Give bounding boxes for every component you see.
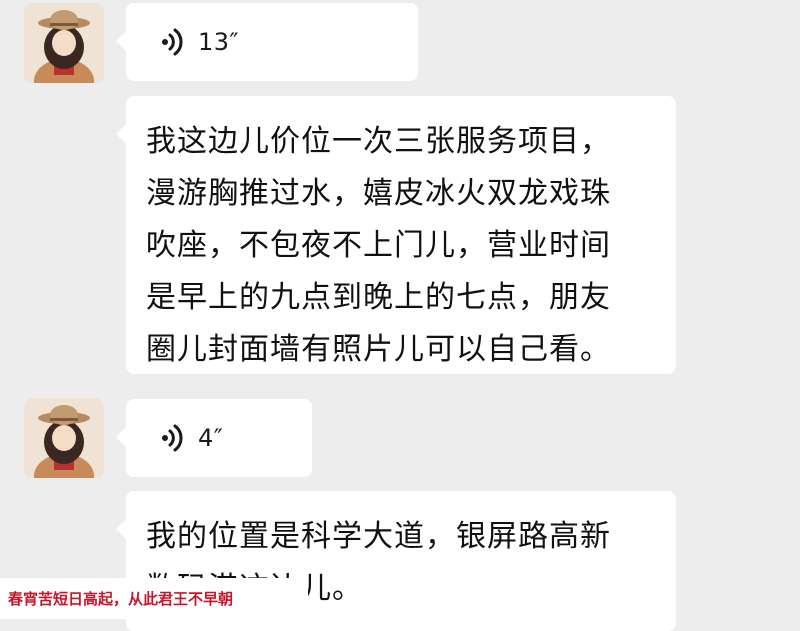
watermark-caption: 春宵苦短日高起，从此君王不早朝 (0, 578, 308, 619)
voice-message-bubble[interactable]: 4″ (116, 399, 312, 477)
bubble-tail (116, 519, 126, 539)
avatar-illustration (24, 398, 104, 478)
bubble-tail (116, 427, 126, 447)
sender-avatar[interactable] (24, 398, 104, 478)
voice-duration: 13″ (198, 28, 240, 56)
bubble-tail (116, 31, 126, 51)
message-text: 我这边儿价位一次三张服务项目， 漫游胸推过水，嬉皮冰火双龙戏珠 吹座，不包夜不上… (146, 124, 611, 367)
sender-avatar[interactable] (24, 3, 104, 83)
voice-message-bubble[interactable]: 13″ (116, 3, 418, 81)
text-message-bubble[interactable]: 我这边儿价位一次三张服务项目， 漫游胸推过水，嬉皮冰火双龙戏珠 吹座，不包夜不上… (116, 96, 676, 374)
voice-wave-icon (162, 424, 184, 452)
voice-duration: 4″ (198, 424, 224, 452)
avatar-illustration (24, 3, 104, 83)
voice-wave-icon (162, 28, 184, 56)
bubble-tail (116, 124, 126, 144)
